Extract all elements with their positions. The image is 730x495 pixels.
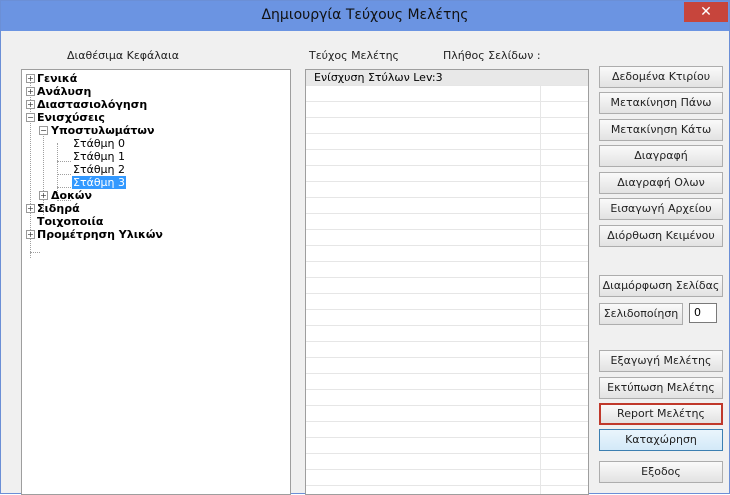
tree-connector bbox=[30, 252, 40, 253]
tree-item-materials[interactable]: Προμέτρηση Υλικών bbox=[37, 228, 163, 241]
empty-row bbox=[306, 262, 588, 278]
move-up-button[interactable]: Μετακίνηση Πάνω bbox=[599, 92, 723, 114]
empty-row bbox=[306, 438, 588, 454]
tree-item-level-0[interactable]: Στάθμη 0 bbox=[73, 137, 125, 150]
print-study-button[interactable]: Εκτύπωση Μελέτης bbox=[599, 377, 723, 399]
empty-row bbox=[306, 230, 588, 246]
tree-item-general[interactable]: Γενικά bbox=[37, 72, 77, 85]
delete-all-button[interactable]: Διαγραφή Ολων bbox=[599, 172, 723, 194]
page-setup-button[interactable]: Διαμόρφωση Σελίδας bbox=[599, 275, 723, 297]
empty-row bbox=[306, 198, 588, 214]
register-button[interactable]: Καταχώρηση bbox=[599, 429, 723, 451]
exit-button[interactable]: Εξοδος bbox=[599, 461, 723, 483]
tree-connector bbox=[57, 174, 71, 175]
empty-row bbox=[306, 118, 588, 134]
available-chapters-header: Διαθέσιμα Κεφάλαια bbox=[67, 49, 180, 62]
empty-row bbox=[306, 214, 588, 230]
close-button[interactable]: ✕ bbox=[684, 2, 728, 22]
tree-item-reinforcements[interactable]: Ενισχύσεις bbox=[37, 111, 105, 124]
export-study-button[interactable]: Εξαγωγή Μελέτης bbox=[599, 350, 723, 372]
edit-text-button[interactable]: Διόρθωση Κειμένου bbox=[599, 225, 723, 247]
expand-icon[interactable]: + bbox=[26, 74, 35, 83]
expand-icon[interactable]: + bbox=[26, 100, 35, 109]
tree-item-dimensioning[interactable]: Διαστασιολόγηση bbox=[37, 98, 147, 111]
expand-icon[interactable]: + bbox=[39, 191, 48, 200]
empty-row bbox=[306, 470, 588, 486]
pagination-input[interactable]: 0 bbox=[689, 303, 717, 323]
empty-row bbox=[306, 422, 588, 438]
empty-row bbox=[306, 454, 588, 470]
tree-item-level-2[interactable]: Στάθμη 2 bbox=[73, 163, 125, 176]
dialog-window: Δημιουργία Τεύχους Μελέτης ✕ Διαθέσιμα Κ… bbox=[0, 0, 730, 495]
empty-row bbox=[306, 406, 588, 422]
chapters-tree[interactable]: + Γενικά + Ανάλυση + Διαστασιολόγηση − Ε… bbox=[21, 69, 291, 495]
import-file-button[interactable]: Εισαγωγή Αρχείου bbox=[599, 198, 723, 220]
empty-row bbox=[306, 246, 588, 262]
expand-icon[interactable]: + bbox=[26, 87, 35, 96]
building-data-button[interactable]: Δεδομένα Κτιρίου bbox=[599, 66, 723, 88]
delete-button[interactable]: Διαγραφή bbox=[599, 145, 723, 167]
title-bar[interactable]: Δημιουργία Τεύχους Μελέτης ✕ bbox=[1, 1, 729, 31]
empty-row bbox=[306, 182, 588, 198]
empty-row bbox=[306, 342, 588, 358]
tree-item-level-1[interactable]: Στάθμη 1 bbox=[73, 150, 125, 163]
empty-row bbox=[306, 86, 588, 102]
study-volume-header: Τεύχος Μελέτης bbox=[309, 49, 400, 62]
window-title: Δημιουργία Τεύχους Μελέτης bbox=[261, 7, 469, 23]
tree-connector bbox=[57, 187, 71, 188]
empty-row bbox=[306, 278, 588, 294]
expand-icon[interactable]: + bbox=[26, 204, 35, 213]
dialog-client: Διαθέσιμα Κεφάλαια Τεύχος Μελέτης Πλήθος… bbox=[7, 31, 723, 495]
empty-row bbox=[306, 166, 588, 182]
tree-item-level-3[interactable]: Στάθμη 3 bbox=[72, 176, 127, 189]
empty-row bbox=[306, 294, 588, 310]
page-count-label: Πλήθος Σελίδων : bbox=[443, 49, 541, 62]
empty-row bbox=[306, 374, 588, 390]
empty-row bbox=[306, 358, 588, 374]
collapse-icon[interactable]: − bbox=[26, 113, 35, 122]
list-item-label: Ενίσχυση Στύλων Lev:3 bbox=[314, 71, 443, 84]
tree-item-beams[interactable]: Δοκών bbox=[51, 189, 92, 202]
pagination-button[interactable]: Σελιδοποίηση bbox=[599, 303, 683, 325]
empty-row bbox=[306, 150, 588, 166]
empty-row bbox=[306, 326, 588, 342]
empty-row bbox=[306, 134, 588, 150]
move-down-button[interactable]: Μετακίνηση Κάτω bbox=[599, 119, 723, 141]
expand-icon[interactable]: + bbox=[26, 230, 35, 239]
tree-item-analysis[interactable]: Ανάλυση bbox=[37, 85, 91, 98]
empty-row bbox=[306, 102, 588, 118]
tree-item-masonry[interactable]: Τοιχοποιία bbox=[37, 215, 103, 228]
tree-item-columns[interactable]: Υποστυλωμάτων bbox=[51, 124, 155, 137]
volume-list[interactable]: Ενίσχυση Στύλων Lev:3 bbox=[305, 69, 589, 495]
empty-row bbox=[306, 390, 588, 406]
list-item[interactable]: Ενίσχυση Στύλων Lev:3 bbox=[306, 70, 588, 86]
tree-connector bbox=[57, 161, 71, 162]
report-study-button[interactable]: Report Μελέτης bbox=[599, 403, 723, 425]
collapse-icon[interactable]: − bbox=[39, 126, 48, 135]
tree-item-steel[interactable]: Σιδηρά bbox=[37, 202, 80, 215]
empty-row bbox=[306, 310, 588, 326]
